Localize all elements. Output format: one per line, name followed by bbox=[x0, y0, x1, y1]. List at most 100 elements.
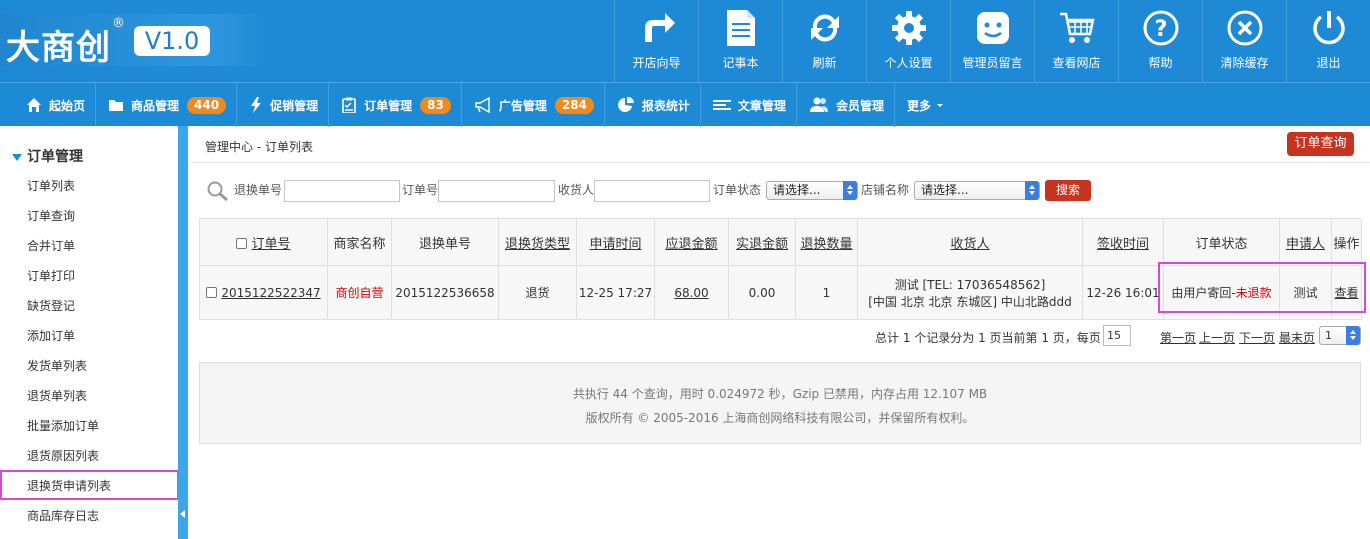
cell-order-no: 2015122522347 bbox=[199, 265, 328, 320]
collapse-arrow-icon[interactable] bbox=[180, 510, 185, 518]
header-quantity[interactable]: 退换数量 bbox=[795, 218, 858, 266]
logo-text: 大商创 bbox=[6, 28, 111, 68]
select-arrow-icon bbox=[1346, 326, 1360, 345]
menu-ads[interactable]: 广告管理 284 bbox=[474, 83, 605, 127]
return-no-label: 退换单号 bbox=[234, 183, 283, 197]
cell-return-type: 退货 bbox=[498, 265, 577, 320]
order-no-input[interactable] bbox=[438, 180, 555, 202]
header-order-no[interactable]: 订单号 bbox=[199, 218, 328, 266]
power-icon bbox=[1312, 11, 1345, 45]
topnav-admin-message[interactable]: 管理员留言 bbox=[950, 0, 1034, 82]
cell-consignee: 测试 [TEL: 17036548562] [中国 北京 北京 东城区] 中山北路… bbox=[857, 265, 1083, 320]
header-order-status: 订单状态 bbox=[1163, 218, 1280, 266]
shop-name-select[interactable]: 请选择... bbox=[914, 181, 1040, 200]
sidebar-item-order-query[interactable]: 订单查询 bbox=[27, 207, 75, 224]
last-page-link[interactable]: 最末页 bbox=[1279, 329, 1315, 346]
search-button[interactable]: 搜索 bbox=[1045, 180, 1091, 201]
logo-registered-mark: ® bbox=[112, 16, 125, 31]
status-highlight-box bbox=[1158, 262, 1366, 313]
consignee-input[interactable] bbox=[594, 180, 710, 202]
notepad-icon bbox=[726, 10, 755, 46]
menu-members[interactable]: 会员管理 bbox=[809, 83, 895, 127]
sidebar-item-add-order[interactable]: 添加订单 bbox=[27, 327, 75, 344]
sidebar-collapse-bar[interactable] bbox=[178, 126, 188, 539]
order-status-select[interactable]: 请选择... bbox=[766, 181, 858, 200]
sidebar-item-stock-log[interactable]: 商品库存日志 bbox=[27, 507, 99, 524]
topnav-clear-cache[interactable]: 清除缓存 bbox=[1202, 0, 1286, 82]
menu-home[interactable]: 起始页 bbox=[26, 83, 97, 127]
divider bbox=[190, 162, 1370, 163]
home-icon bbox=[27, 98, 41, 112]
per-page-input[interactable]: 15 bbox=[1103, 325, 1131, 346]
header-action: 操作 bbox=[1331, 218, 1362, 266]
row-checkbox[interactable] bbox=[206, 286, 218, 298]
sidebar-item-batch-add-orders[interactable]: 批量添加订单 bbox=[27, 417, 99, 434]
breadcrumb: 管理中心 - 订单列表 bbox=[205, 140, 313, 154]
sidebar-item-stockout[interactable]: 缺货登记 bbox=[27, 297, 75, 314]
sidebar-item-print-orders[interactable]: 订单打印 bbox=[27, 267, 75, 284]
menu-label: 起始页 bbox=[49, 98, 86, 113]
topnav-label: 刷新 bbox=[812, 56, 837, 70]
topnav-refresh[interactable]: 刷新 bbox=[782, 0, 866, 82]
header-refund-actual[interactable]: 实退金额 bbox=[728, 218, 796, 266]
sidebar-item-shipping-list[interactable]: 发货单列表 bbox=[27, 357, 87, 374]
top-header: 大商创 ® V1.0 开店向导 记事本 刷新 个人设置 管理员留言 查看网店 ?… bbox=[0, 0, 1370, 82]
topnav-view-shop[interactable]: 查看网店 bbox=[1034, 0, 1118, 82]
menu-label: 订单管理 bbox=[364, 98, 413, 113]
menu-articles[interactable]: 文章管理 bbox=[712, 83, 797, 127]
next-page-link[interactable]: 下一页 bbox=[1239, 329, 1275, 346]
header-consignee[interactable]: 收货人 bbox=[857, 218, 1083, 266]
menu-more[interactable]: 更多 bbox=[907, 83, 955, 127]
caret-down-icon bbox=[12, 153, 22, 161]
order-query-button[interactable]: 订单查询 bbox=[1287, 132, 1354, 156]
cell-return-no: 2015122536658 bbox=[391, 265, 499, 320]
select-arrow-icon bbox=[1025, 181, 1039, 200]
header-applicant[interactable]: 申请人 bbox=[1279, 218, 1332, 266]
menu-label: 促销管理 bbox=[270, 98, 319, 113]
topnav-logout[interactable]: 退出 bbox=[1286, 0, 1370, 82]
prev-page-link[interactable]: 上一页 bbox=[1199, 329, 1235, 346]
sidebar-item-merge-orders[interactable]: 合并订单 bbox=[27, 237, 75, 254]
topnav-help[interactable]: ? 帮助 bbox=[1118, 0, 1202, 82]
users-icon bbox=[809, 97, 828, 112]
refund-due-link[interactable]: 68.00 bbox=[674, 286, 708, 300]
clipboard-icon bbox=[342, 97, 356, 113]
sidebar-item-order-list[interactable]: 订单列表 bbox=[27, 177, 75, 194]
menu-orders[interactable]: 订单管理 83 bbox=[341, 83, 462, 127]
order-no-label: 订单号 bbox=[402, 183, 439, 197]
topnav-personal-settings[interactable]: 个人设置 bbox=[866, 0, 950, 82]
menu-badge: 284 bbox=[554, 96, 594, 114]
sidebar-section-title[interactable]: 订单管理 bbox=[12, 146, 83, 166]
header-refund-due[interactable]: 应退金额 bbox=[654, 218, 729, 266]
svg-text:?: ? bbox=[1154, 17, 1167, 42]
pie-chart-icon bbox=[617, 97, 634, 112]
header-return-type[interactable]: 退换货类型 bbox=[498, 218, 577, 266]
consignee-label: 收货人 bbox=[558, 183, 595, 197]
refresh-icon bbox=[810, 14, 839, 42]
first-page-link[interactable]: 第一页 bbox=[1160, 329, 1196, 346]
menu-reports[interactable]: 报表统计 bbox=[617, 83, 701, 127]
topnav-label: 记事本 bbox=[722, 56, 759, 70]
pager-info: 总计 1 个记录分为 1 页当前第 1 页，每页 bbox=[875, 331, 1101, 345]
topnav-label: 开店向导 bbox=[632, 56, 681, 70]
header-apply-time[interactable]: 申请时间 bbox=[576, 218, 655, 266]
menu-goods[interactable]: 商品管理 440 bbox=[108, 83, 238, 127]
cell-apply-time: 12-25 17:27 bbox=[576, 265, 655, 320]
topnav-open-shop-guide[interactable]: 开店向导 bbox=[614, 0, 698, 82]
topnav-notepad[interactable]: 记事本 bbox=[698, 0, 782, 82]
menu-label: 更多 bbox=[906, 98, 931, 113]
sidebar: 订单管理 订单列表 订单查询 合并订单 订单打印 缺货登记 添加订单 发货单列表… bbox=[0, 126, 179, 539]
order-no-link[interactable]: 2015122522347 bbox=[221, 286, 320, 300]
select-arrow-icon bbox=[843, 181, 857, 200]
menu-promotion[interactable]: 促销管理 bbox=[249, 83, 330, 127]
search-form: 退换单号 订单号 收货人 订单状态 请选择... 店铺名称 请选择... 搜索 bbox=[206, 180, 1356, 202]
menu-label: 会员管理 bbox=[835, 98, 884, 113]
table-header-row: 订单号 商家名称 退换单号 退换货类型 申请时间 应退金额 实退金额 退换数量 … bbox=[199, 218, 1362, 266]
select-all-checkbox[interactable] bbox=[236, 237, 248, 249]
header-sign-time[interactable]: 签收时间 bbox=[1082, 218, 1164, 266]
page-select[interactable]: 1 bbox=[1319, 326, 1361, 345]
help-icon: ? bbox=[1143, 10, 1178, 46]
return-no-input[interactable] bbox=[284, 180, 400, 202]
sidebar-item-return-list[interactable]: 退货单列表 bbox=[27, 387, 87, 404]
sidebar-item-return-reasons[interactable]: 退货原因列表 bbox=[27, 447, 99, 464]
